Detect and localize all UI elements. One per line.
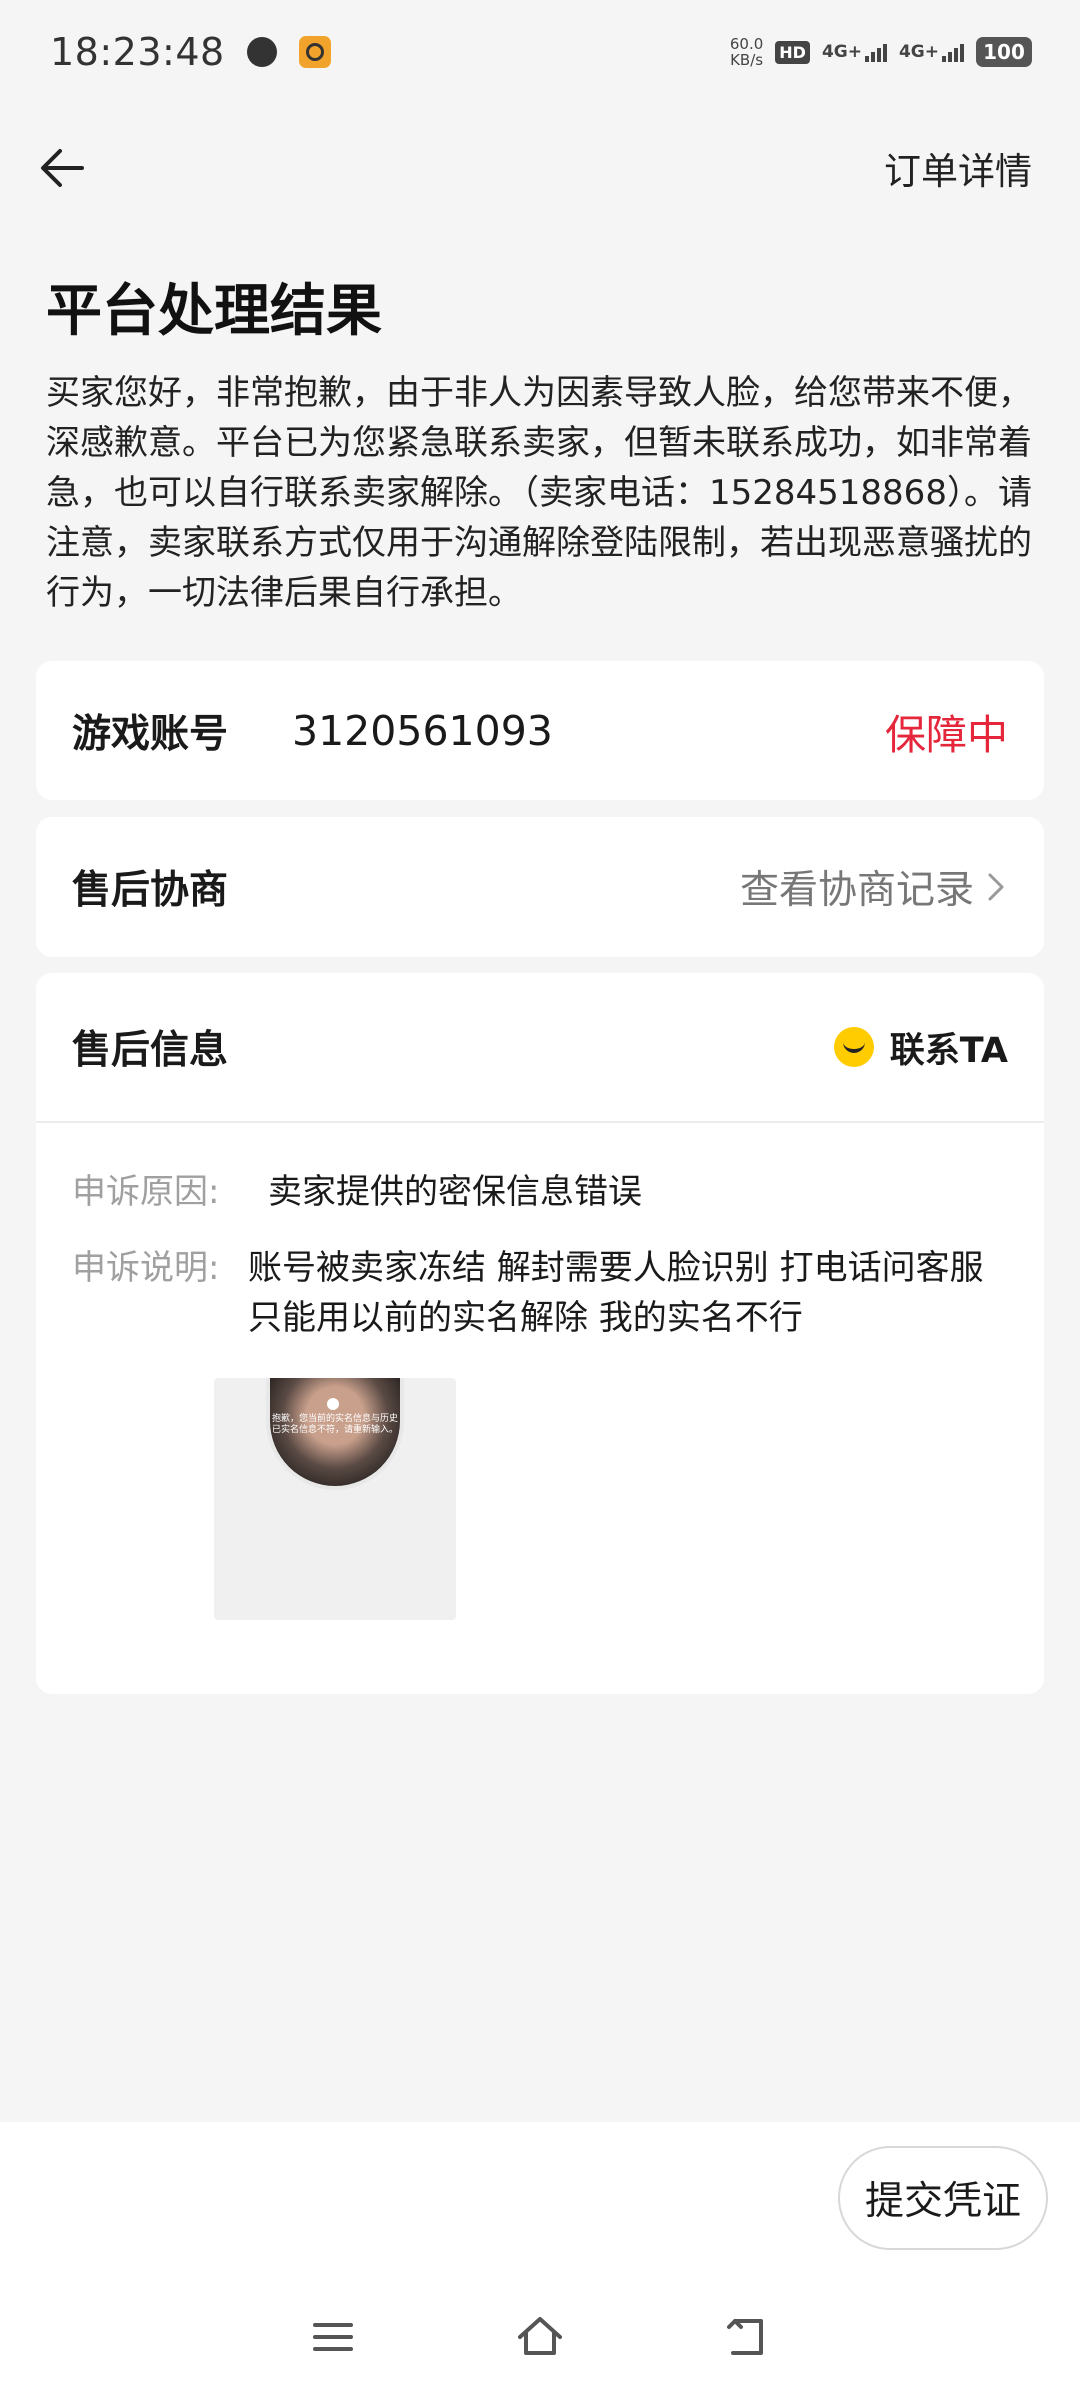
contact-label: 联系TA bbox=[889, 1030, 1008, 1071]
contact-button[interactable]: 联系TA bbox=[833, 1022, 1008, 1073]
appeal-description-value: 账号被卖家冻结 解封需要人脸识别 打电话问客服 只能用以前的实名解除 我的实名不… bbox=[248, 1248, 984, 1338]
appeal-reason-row: 申诉原因: 卖家提供的密保信息错误 bbox=[36, 1167, 1044, 1217]
battery-icon: 100 bbox=[976, 37, 1032, 67]
order-details-link[interactable]: 订单详情 bbox=[884, 141, 1032, 195]
submit-evidence-button[interactable]: 提交凭证 bbox=[838, 2146, 1048, 2250]
back-arrow-icon[interactable] bbox=[34, 140, 90, 196]
status-badge: 保障中 bbox=[885, 710, 1008, 759]
account-number: 3120561093 bbox=[292, 706, 553, 755]
page-title: 平台处理结果 bbox=[46, 279, 382, 344]
negotiation-label: 售后协商 bbox=[72, 868, 229, 913]
back-nav-icon[interactable] bbox=[719, 2309, 775, 2365]
signal-sim2-label: 4G+ bbox=[898, 42, 939, 62]
network-speed-value: 60.0 bbox=[729, 35, 764, 53]
system-navigation bbox=[0, 2292, 1080, 2382]
home-icon[interactable] bbox=[512, 2309, 568, 2365]
signal-sim1-icon: 4G+ bbox=[822, 42, 887, 62]
menu-icon[interactable] bbox=[305, 2309, 361, 2365]
chevron-right-icon bbox=[988, 873, 1004, 901]
chat-icon bbox=[833, 1027, 874, 1067]
info-dot-icon bbox=[327, 1398, 339, 1410]
signal-sim1-label: 4G+ bbox=[821, 42, 862, 62]
account-card: 游戏账号 3120561093 保障中 bbox=[36, 661, 1044, 800]
status-time: 18:23:48 bbox=[50, 30, 225, 74]
account-label: 游戏账号 bbox=[72, 711, 229, 757]
appeal-reason-value: 卖家提供的密保信息错误 bbox=[268, 1172, 642, 1212]
app-notification-icon bbox=[298, 36, 331, 68]
network-speed: 60.0 KB/s bbox=[730, 36, 763, 68]
info-card-header: 售后信息 联系TA bbox=[36, 973, 1044, 1123]
appeal-reason-key: 申诉原因: bbox=[72, 1172, 220, 1212]
globe-icon bbox=[246, 37, 277, 67]
result-message: 买家您好，非常抱歉，由于非人为因素导致人脸，给您带来不便，深感歉意。平台已为您紧… bbox=[46, 373, 1032, 613]
status-bar: 18:23:48 60.0 KB/s HD 4G+ 4G+ 100 bbox=[0, 0, 1080, 104]
negotiation-card[interactable]: 售后协商 查看协商记录 bbox=[36, 817, 1044, 957]
appeal-description-key: 申诉说明: bbox=[72, 1248, 220, 1288]
signal-sim2-icon: 4G+ bbox=[899, 42, 964, 62]
evidence-image-thumbnail[interactable]: 抱歉，您当前的实名信息与历史已实名信息不符，请重新输入。 bbox=[214, 1378, 456, 1620]
top-nav: 订单详情 bbox=[0, 104, 1080, 232]
hd-icon: HD bbox=[775, 40, 810, 64]
view-negotiation-records-link[interactable]: 查看协商记录 bbox=[740, 859, 1008, 915]
network-speed-unit: KB/s bbox=[730, 51, 764, 69]
info-label: 售后信息 bbox=[72, 1028, 229, 1073]
thumbnail-caption: 抱歉，您当前的实名信息与历史已实名信息不符，请重新输入。 bbox=[271, 1414, 398, 1435]
after-sales-info-card: 售后信息 联系TA 申诉原因: 卖家提供的密保信息错误 申诉说明: 账号被卖家冻… bbox=[36, 973, 1044, 1694]
status-indicators: 60.0 KB/s HD 4G+ 4G+ 100 bbox=[730, 36, 1032, 68]
bottom-bar: 提交凭证 bbox=[0, 2122, 1080, 2400]
view-records-label: 查看协商记录 bbox=[739, 868, 974, 913]
appeal-description-row: 申诉说明: 账号被卖家冻结 解封需要人脸识别 打电话问客服 只能用以前的实名解除… bbox=[36, 1243, 1044, 1343]
